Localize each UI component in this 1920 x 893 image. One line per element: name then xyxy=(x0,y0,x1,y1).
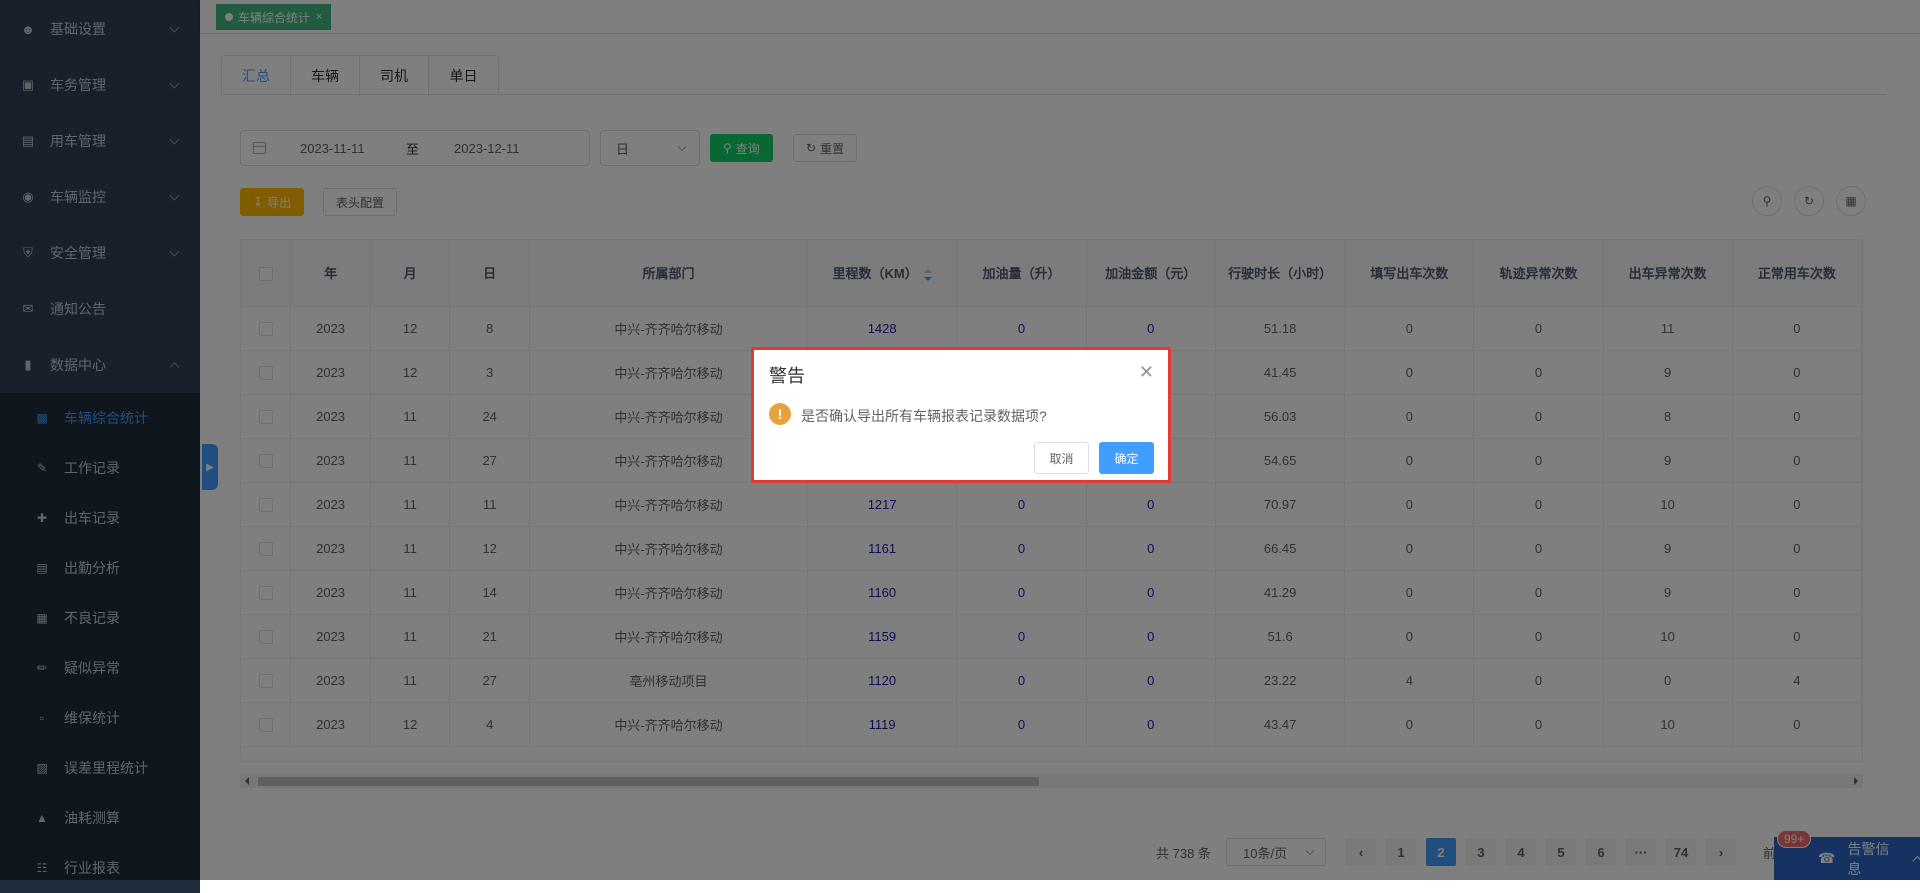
cancel-button[interactable]: 取消 xyxy=(1034,442,1089,474)
confirm-button[interactable]: 确定 xyxy=(1099,442,1154,474)
close-icon[interactable]: ✕ xyxy=(1139,362,1154,383)
dialog-message: 是否确认导出所有车辆报表记录数据项? xyxy=(801,408,1047,424)
warning-dialog: 警告 ✕ ! 是否确认导出所有车辆报表记录数据项? 取消 确定 xyxy=(751,347,1171,483)
dialog-title: 警告 xyxy=(769,366,805,386)
warning-icon: ! xyxy=(769,403,791,425)
